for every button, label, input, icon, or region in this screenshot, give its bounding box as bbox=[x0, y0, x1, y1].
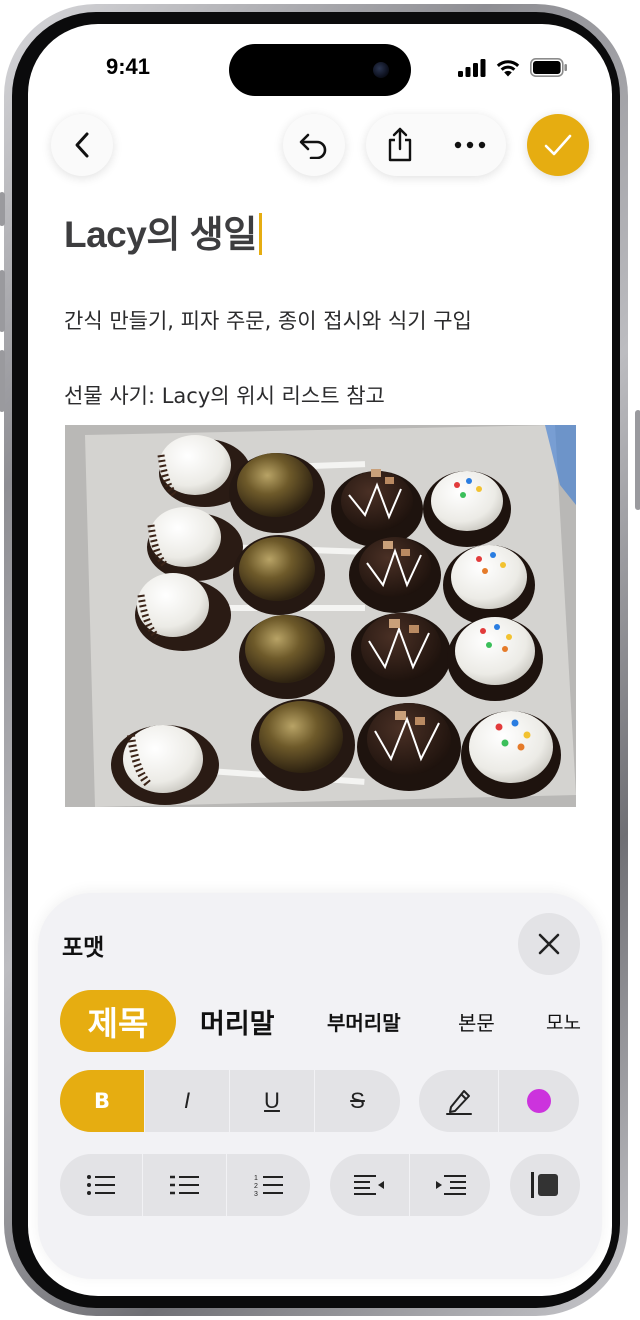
block-quote-icon bbox=[531, 1172, 558, 1198]
text-style-picker: 제목 머리말 부머리말 본문 모노 bbox=[60, 990, 602, 1052]
dynamic-island bbox=[229, 44, 411, 96]
note-line-2[interactable]: 선물 사기: Lacy의 위시 리스트 참고 bbox=[64, 380, 385, 410]
format-panel: 포맷 제목 머리말 부머리말 본문 모노 B I U S 1 2 3 bbox=[38, 893, 602, 1279]
indent-icon bbox=[436, 1175, 466, 1195]
svg-text:3: 3 bbox=[254, 1191, 258, 1197]
text-format-group: B I U S bbox=[60, 1070, 400, 1132]
block-quote-button[interactable] bbox=[510, 1154, 580, 1216]
dashed-list-icon bbox=[169, 1175, 199, 1195]
undo-arrow-icon bbox=[299, 133, 327, 159]
share-more-group bbox=[366, 114, 506, 176]
chevron-left-icon bbox=[75, 132, 89, 158]
dashed-list-button[interactable] bbox=[143, 1154, 227, 1216]
outdent-icon bbox=[353, 1175, 384, 1195]
indent-group bbox=[330, 1154, 490, 1216]
note-title[interactable]: Lacy의 생일 bbox=[64, 204, 262, 258]
text-cursor bbox=[258, 213, 262, 255]
note-line-1[interactable]: 간식 만들기, 피자 주문, 종이 접시와 식기 구입 bbox=[64, 305, 472, 335]
svg-text:2: 2 bbox=[254, 1183, 258, 1190]
underline-button[interactable]: U bbox=[230, 1070, 315, 1132]
notes-screen: 9:41 Lacy의 생일 간식 만들기, 피자 주문, 종이 접시와 식기 구… bbox=[28, 24, 612, 1296]
close-format-button[interactable] bbox=[518, 913, 580, 975]
close-icon bbox=[538, 933, 560, 955]
done-button[interactable] bbox=[527, 114, 589, 176]
volume-down-button bbox=[0, 350, 5, 412]
back-button[interactable] bbox=[51, 114, 113, 176]
share-icon bbox=[388, 127, 412, 162]
status-icons bbox=[458, 58, 568, 77]
color-dot-icon bbox=[527, 1089, 551, 1113]
style-body[interactable]: 본문 bbox=[458, 990, 495, 1052]
checkmark-icon bbox=[544, 134, 572, 156]
style-heading[interactable]: 머리말 bbox=[200, 990, 275, 1052]
share-button[interactable] bbox=[366, 114, 434, 176]
bulleted-list-icon bbox=[87, 1175, 115, 1195]
more-button[interactable] bbox=[434, 114, 506, 176]
numbered-list-icon: 1 2 3 bbox=[254, 1175, 283, 1197]
svg-text:1: 1 bbox=[254, 1175, 258, 1182]
cake-pops-illustration bbox=[65, 425, 576, 807]
indent-button[interactable] bbox=[410, 1154, 490, 1216]
style-title[interactable]: 제목 bbox=[60, 990, 176, 1052]
bulleted-list-button[interactable] bbox=[60, 1154, 143, 1216]
strikethrough-button[interactable]: S bbox=[315, 1070, 400, 1132]
highlight-button[interactable] bbox=[419, 1070, 499, 1132]
numbered-list-button[interactable]: 1 2 3 bbox=[227, 1154, 310, 1216]
note-photo-cake-pops[interactable] bbox=[65, 425, 576, 807]
style-subheading[interactable]: 부머리말 bbox=[327, 990, 401, 1052]
battery-icon bbox=[530, 58, 567, 77]
style-mono[interactable]: 모노 bbox=[546, 990, 581, 1052]
action-button bbox=[0, 192, 5, 226]
italic-button[interactable]: I bbox=[145, 1070, 230, 1132]
block-quote-group bbox=[510, 1154, 580, 1216]
list-group: 1 2 3 bbox=[60, 1154, 310, 1216]
outdent-button[interactable] bbox=[330, 1154, 410, 1216]
volume-up-button bbox=[0, 270, 5, 332]
color-group bbox=[419, 1070, 579, 1132]
undo-button[interactable] bbox=[283, 114, 345, 176]
power-button bbox=[635, 410, 640, 510]
status-time: 9:41 bbox=[106, 54, 151, 79]
format-panel-title: 포맷 bbox=[62, 935, 105, 961]
bold-button[interactable]: B bbox=[60, 1070, 145, 1132]
highlighter-pen-icon bbox=[445, 1090, 472, 1115]
front-camera bbox=[373, 62, 389, 78]
wifi-icon bbox=[496, 60, 520, 77]
text-color-button[interactable] bbox=[499, 1070, 579, 1132]
cellular-signal-icon bbox=[458, 58, 486, 77]
note-title-text: Lacy의 생일 bbox=[64, 214, 257, 255]
ellipsis-icon bbox=[454, 141, 486, 149]
